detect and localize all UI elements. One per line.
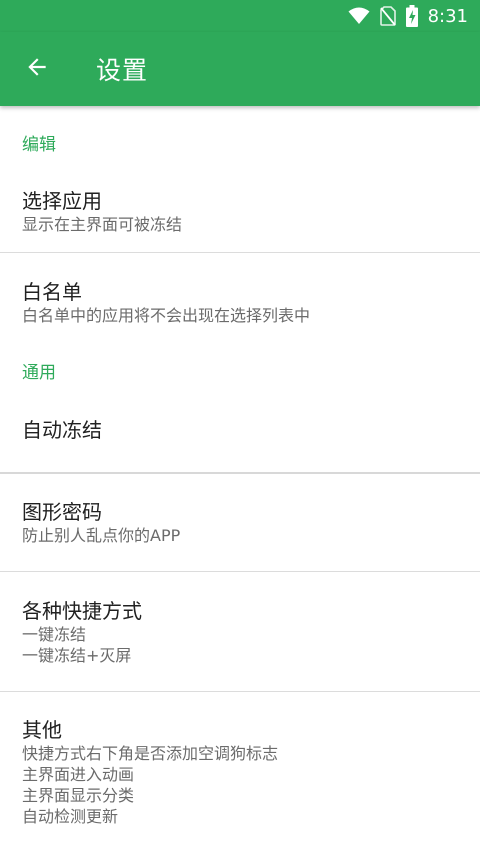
setting-pattern-password[interactable]: 图形密码 防止别人乱点你的APP [0,474,480,571]
setting-shortcuts[interactable]: 各种快捷方式 一键冻结 一键冻结+灭屏 [0,572,480,691]
battery-charging-icon [405,5,418,27]
status-bar: 8:31 [0,0,480,32]
setting-subtitle-line: 一键冻结 [22,624,87,644]
setting-subtitle-line: 主界面进入动画 [22,765,135,784]
wifi-icon [348,7,370,25]
setting-subtitle-line: 快捷方式右下角是否添加空调狗标志 [22,744,279,763]
setting-title: 白名单 [22,280,82,304]
back-button[interactable] [0,32,74,106]
page-title: 设置 [96,56,149,85]
setting-auto-freeze[interactable]: 自动冻结 [0,388,480,472]
setting-subtitle-line: 一键冻结+灭屏 [22,645,132,665]
setting-title: 自动冻结 [22,418,102,442]
setting-whitelist[interactable]: 白名单 白名单中的应用将不会出现在选择列表中 [0,253,480,352]
setting-subtitle-line: 自动检测更新 [22,807,119,826]
setting-subtitle: 白名单中的应用将不会出现在选择列表中 [22,306,311,325]
section-header-general: 通用 [22,362,56,383]
status-time: 8:31 [427,5,468,27]
no-sim-icon [379,6,396,26]
setting-title: 各种快捷方式 [22,598,142,623]
setting-subtitle: 显示在主界面可被冻结 [22,214,183,234]
setting-title: 图形密码 [22,500,102,524]
arrow-left-icon [24,54,50,84]
setting-title: 其他 [22,718,62,742]
setting-other[interactable]: 其他 快捷方式右下角是否添加空调狗标志 主界面进入动画 主界面显示分类 自动检测… [0,692,480,852]
setting-subtitle-line: 主界面显示分类 [22,786,135,805]
setting-subtitle: 防止别人乱点你的APP [22,526,181,545]
setting-title: 选择应用 [22,188,102,213]
app-bar: 设置 [0,32,480,106]
settings-list: 编辑 选择应用 显示在主界面可被冻结 白名单 白名单中的应用将不会出现在选择列表… [0,106,480,852]
section-header-edit: 编辑 [22,134,56,155]
setting-select-apps[interactable]: 选择应用 显示在主界面可被冻结 [0,174,480,248]
